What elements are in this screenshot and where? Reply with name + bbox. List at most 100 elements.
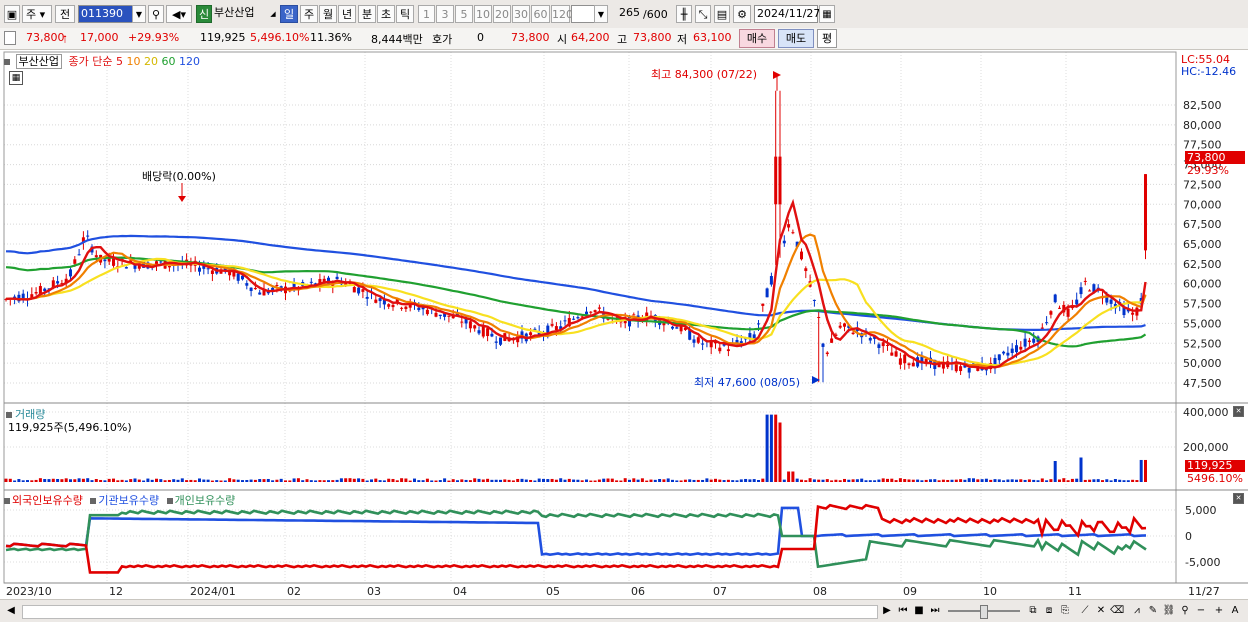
ma5-line bbox=[5, 198, 1147, 370]
candle-body bbox=[374, 299, 378, 303]
brush-icon[interactable]: ✎ bbox=[1146, 604, 1160, 618]
holdings-layer bbox=[5, 503, 1147, 574]
window-icon[interactable]: ▣ bbox=[4, 5, 20, 23]
tab-3[interactable]: 년 bbox=[338, 5, 356, 23]
link-icon[interactable]: ⛓ bbox=[1162, 604, 1176, 618]
volume-bar bbox=[8, 478, 12, 482]
tab-5[interactable]: 초 bbox=[377, 5, 395, 23]
stop-icon[interactable]: ■ bbox=[912, 604, 926, 618]
candle-type-icon[interactable]: ╫ bbox=[676, 5, 692, 23]
volume-bar bbox=[1101, 480, 1104, 482]
chart-canvas[interactable]: 82,50080,00077,50075,00072,50070,00067,5… bbox=[0, 50, 1248, 599]
holdings-close-icon[interactable]: ✕ bbox=[1233, 493, 1244, 504]
count-value[interactable]: 265 bbox=[612, 5, 642, 23]
zoom-in-icon[interactable]: + bbox=[1212, 604, 1226, 618]
candle-body bbox=[335, 276, 339, 280]
volume-bar bbox=[344, 478, 348, 482]
interval-dropdown-icon[interactable]: ▼ bbox=[594, 5, 608, 23]
legend-ma120: 120 bbox=[178, 55, 200, 68]
volume-bar bbox=[817, 479, 821, 482]
eraser-icon[interactable]: ⌫ bbox=[1110, 604, 1124, 618]
zoom-out-icon[interactable]: − bbox=[1194, 604, 1208, 618]
volume-bar bbox=[696, 479, 700, 482]
volume-bar bbox=[1144, 459, 1147, 482]
legend-inst: 기관보유수량 bbox=[98, 494, 160, 507]
speaker-icon[interactable]: ◀▾ bbox=[166, 5, 192, 23]
font-size-icon[interactable]: A bbox=[1228, 604, 1242, 618]
interval-1[interactable]: 1 bbox=[418, 5, 435, 23]
calendar-icon[interactable]: ▦ bbox=[819, 5, 835, 23]
scroll-right-icon[interactable]: ▶ bbox=[880, 604, 894, 618]
tab-6[interactable]: 틱 bbox=[396, 5, 414, 23]
period-select[interactable]: 주 ▾ bbox=[22, 5, 52, 23]
window-split-icon[interactable]: ⧈ bbox=[1042, 604, 1056, 618]
volume-bar bbox=[365, 480, 369, 482]
sell-button[interactable]: 매도 bbox=[778, 29, 814, 48]
candle-body bbox=[898, 358, 902, 365]
candle-body bbox=[1023, 338, 1027, 347]
quote-toggle-icon[interactable] bbox=[4, 31, 16, 45]
draw-line-icon[interactable]: ⟋ bbox=[1078, 604, 1092, 618]
horizontal-scrollbar[interactable] bbox=[22, 605, 878, 619]
calculator-icon[interactable]: ▦ bbox=[9, 71, 23, 85]
zoom-icon[interactable]: ⚲ bbox=[1178, 604, 1192, 618]
volume-bar bbox=[90, 480, 94, 482]
volume-bar bbox=[645, 480, 649, 482]
volume-bar bbox=[129, 479, 133, 482]
interval-30[interactable]: 30 bbox=[512, 5, 530, 23]
volume-bar bbox=[628, 479, 631, 482]
volume-bar bbox=[916, 479, 920, 482]
search-icon[interactable]: ⚲ bbox=[148, 5, 164, 23]
interval-60[interactable]: 60 bbox=[531, 5, 550, 23]
interval-10[interactable]: 10 bbox=[474, 5, 492, 23]
candle-body bbox=[696, 337, 700, 343]
average-button[interactable]: 평 bbox=[817, 29, 837, 48]
volume-subtitle: 119,925주(5,496.10%) bbox=[8, 421, 132, 434]
copy-icon[interactable]: ⎘ bbox=[1058, 604, 1072, 618]
interval-5[interactable]: 5 bbox=[455, 5, 473, 23]
tab-4[interactable]: 분 bbox=[358, 5, 376, 23]
last-page-icon[interactable]: ⏭ bbox=[928, 604, 942, 618]
cross-icon[interactable]: ✕ bbox=[1094, 604, 1108, 618]
zigzag-icon[interactable]: ⩘ bbox=[1130, 604, 1144, 618]
volume-bar bbox=[593, 480, 597, 482]
price-tick-label: 72,500 bbox=[1183, 178, 1222, 191]
legend-stock-name[interactable]: 부산산업 bbox=[15, 54, 62, 69]
save-icon[interactable]: ▤ bbox=[714, 5, 730, 23]
scroll-left-icon[interactable]: ◀ bbox=[4, 604, 18, 618]
volume-bar bbox=[984, 478, 988, 482]
name-arrow-icon[interactable]: ◢ bbox=[268, 5, 278, 23]
interval-20[interactable]: 20 bbox=[493, 5, 511, 23]
volume-bar bbox=[146, 478, 150, 482]
zoom-handle[interactable] bbox=[980, 605, 988, 619]
candle-body bbox=[821, 343, 825, 347]
volume-square-icon bbox=[6, 412, 12, 418]
layout-icon[interactable]: ⧉ bbox=[1026, 604, 1040, 618]
volume-bar bbox=[1139, 459, 1143, 482]
code-dropdown-icon[interactable]: ▼ bbox=[132, 5, 146, 23]
gear-icon[interactable]: ⚙ bbox=[733, 5, 751, 23]
volume-bar bbox=[787, 471, 791, 482]
volume-bar bbox=[782, 479, 786, 482]
buy-button[interactable]: 매수 bbox=[739, 29, 775, 48]
candle-body bbox=[378, 298, 382, 302]
interval-3[interactable]: 3 bbox=[436, 5, 454, 23]
volume-close-icon[interactable]: ✕ bbox=[1233, 406, 1244, 417]
volume-bar bbox=[176, 479, 180, 482]
chart-area[interactable]: 82,500 80,000 77,500 75,000 72,500 70,000 67,5… bbox=[0, 50, 1248, 599]
date-input[interactable]: 2024/11/27 bbox=[754, 5, 820, 23]
trend-tool-icon[interactable]: ⤡ bbox=[695, 5, 711, 23]
volume-bar bbox=[701, 479, 705, 482]
interval-120[interactable]: 120 bbox=[551, 5, 573, 23]
tab-2[interactable]: 월 bbox=[319, 5, 337, 23]
first-page-icon[interactable]: ⏮ bbox=[896, 604, 910, 618]
tab-0[interactable]: 일 bbox=[280, 5, 298, 23]
volume-bar bbox=[223, 480, 227, 482]
prev-button[interactable]: 전 bbox=[55, 5, 75, 23]
volume-bar bbox=[1066, 480, 1070, 482]
candle-body bbox=[404, 306, 408, 310]
candle-body bbox=[112, 258, 115, 266]
holdings-tick-label: 0 bbox=[1185, 530, 1192, 543]
tab-1[interactable]: 주 bbox=[300, 5, 318, 23]
candle-body bbox=[757, 323, 760, 325]
